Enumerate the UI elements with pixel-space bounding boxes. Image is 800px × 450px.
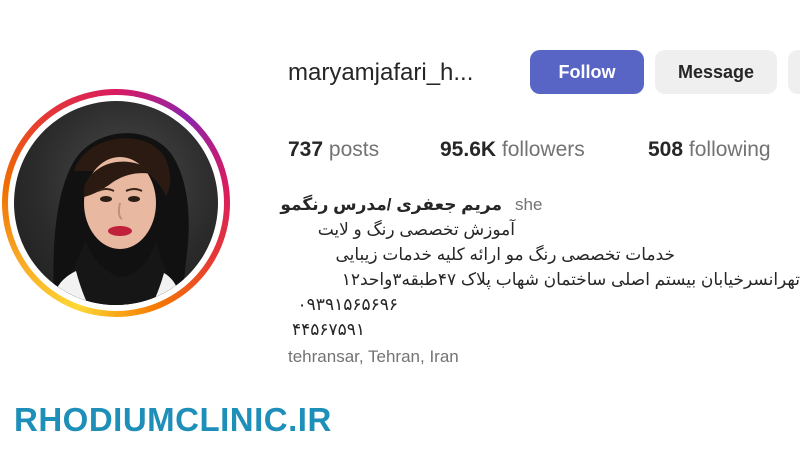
avatar-ring-gap — [8, 95, 224, 311]
profile-photo-icon — [52, 133, 189, 305]
avatar[interactable] — [14, 101, 218, 305]
following-count: 508 — [648, 138, 684, 161]
followers-count: 95.6K — [440, 138, 497, 161]
stat-following[interactable]: 508 following — [648, 136, 771, 164]
avatar-story-ring[interactable] — [2, 89, 230, 317]
watermark-text: RHODIUMCLINIC.IR — [14, 401, 332, 438]
message-button[interactable]: Message — [655, 50, 777, 94]
profile-username: maryamjafari_h... — [288, 59, 474, 86]
bio-location[interactable]: tehransar, Tehran, Iran — [288, 345, 459, 369]
bio-line-3: تهرانسرخیابان بیستم اصلی ساختمان شهاب پل… — [341, 270, 800, 289]
bio-pronoun: she — [515, 195, 543, 214]
following-label: following — [688, 138, 771, 161]
stat-followers[interactable]: 95.6K followers — [440, 136, 585, 164]
stat-posts: 737 posts — [288, 136, 379, 164]
bio-phone: ۰۹۳۹۱۵۶۵۶۹۶ — [297, 295, 398, 314]
followers-label: followers — [501, 138, 585, 161]
bio-line-1: آموزش تخصصی رنگ و لایت — [317, 220, 515, 239]
follow-button[interactable]: Follow — [530, 50, 644, 94]
posts-label: posts — [328, 138, 380, 161]
bio-full-name: مریم جعفری /مدرس رنگمو — [280, 195, 502, 214]
bio-line-2: خدمات تخصصی رنگ مو ارائه کلیه خدمات زیبا… — [335, 245, 675, 264]
more-options-button[interactable] — [788, 50, 800, 94]
posts-count: 737 — [288, 138, 324, 161]
bio-landline: ۴۴۵۶۷۵۹۱ — [291, 320, 365, 339]
